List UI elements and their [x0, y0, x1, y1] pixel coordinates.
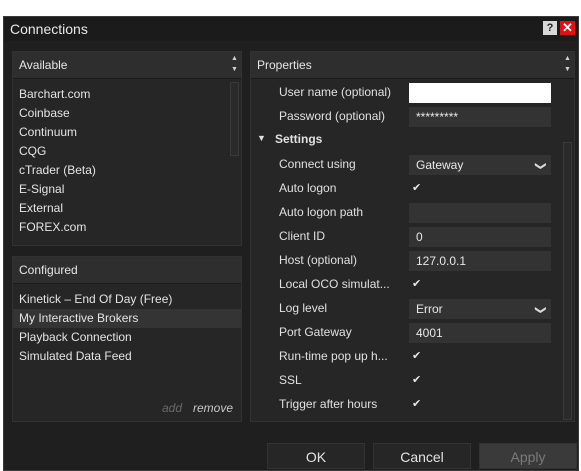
password-row: Password (optional) *********	[251, 105, 574, 129]
ssl-label: SSL	[279, 373, 302, 387]
user-name-row: User name (optional)	[251, 81, 574, 105]
window-title: Connections	[10, 21, 88, 37]
available-item[interactable]: cTrader (Beta)	[13, 161, 227, 180]
password-input[interactable]: *********	[409, 107, 551, 127]
available-item[interactable]: FOREX.com	[13, 218, 227, 237]
user-name-input[interactable]	[409, 83, 551, 103]
chevron-down-icon: ❯	[534, 305, 547, 315]
available-item[interactable]: CQG	[13, 142, 227, 161]
connect-using-row: Connect using Gateway ❯	[251, 153, 574, 177]
port-gateway-row: Port Gateway 4001	[251, 321, 574, 345]
scroll-down-icon[interactable]: ▼	[563, 65, 572, 75]
client-id-row: Client ID 0	[251, 225, 574, 249]
configured-item[interactable]: Playback Connection	[13, 328, 241, 347]
settings-label: Settings	[275, 132, 323, 146]
local-oco-checkbox[interactable]: ✔	[412, 277, 421, 290]
connect-using-select[interactable]: Gateway ❯	[409, 155, 551, 175]
scroll-down-icon[interactable]: ▼	[230, 65, 239, 75]
available-item[interactable]: Continuum	[13, 123, 227, 142]
runtime-popup-label: Run-time pop up h...	[279, 349, 388, 363]
local-oco-label: Local OCO simulat...	[279, 277, 390, 291]
configured-item-selected[interactable]: My Interactive Brokers	[13, 309, 241, 328]
trigger-after-hours-label: Trigger after hours	[279, 397, 378, 411]
trigger-after-hours-checkbox[interactable]: ✔	[412, 397, 421, 410]
scroll-up-icon[interactable]: ▲	[563, 54, 572, 64]
port-gateway-input[interactable]: 4001	[409, 323, 551, 343]
runtime-popup-checkbox[interactable]: ✔	[412, 349, 421, 362]
auto-logon-label: Auto logon	[279, 181, 337, 195]
user-name-label: User name (optional)	[279, 85, 392, 99]
available-item[interactable]: E-Signal	[13, 180, 227, 199]
local-oco-row: Local OCO simulat... ✔	[251, 273, 574, 297]
log-level-row: Log level Error ❯	[251, 297, 574, 321]
help-button[interactable]: ?	[543, 21, 557, 35]
properties-header: Properties	[251, 52, 574, 79]
available-scrollbar[interactable]	[230, 82, 239, 156]
host-row: Host (optional) 127.0.0.1	[251, 249, 574, 273]
connect-using-value: Gateway	[416, 158, 464, 172]
close-button[interactable]: ✕	[560, 21, 575, 35]
host-label: Host (optional)	[279, 253, 358, 267]
auto-logon-checkbox[interactable]: ✔	[412, 181, 421, 194]
port-gateway-label: Port Gateway	[279, 325, 352, 339]
auto-logon-path-input[interactable]	[409, 203, 551, 223]
auto-logon-row: Auto logon ✔	[251, 177, 574, 201]
client-id-input[interactable]: 0	[409, 227, 551, 247]
remove-link[interactable]: remove	[193, 401, 233, 415]
configured-header: Configured	[13, 257, 241, 284]
available-list[interactable]: Barchart.com Coinbase Continuum CQG cTra…	[13, 85, 227, 237]
password-label: Password (optional)	[279, 109, 386, 123]
chevron-down-icon: ❯	[534, 161, 547, 171]
available-item[interactable]: External	[13, 199, 227, 218]
apply-button[interactable]: Apply	[479, 443, 577, 469]
connections-window: Connections ? ✕ Available Barchart.com C…	[3, 16, 579, 471]
configured-item[interactable]: Simulated Data Feed	[13, 347, 241, 366]
cancel-button[interactable]: Cancel	[373, 443, 471, 469]
title-bar: Connections ? ✕	[4, 17, 578, 41]
log-level-value: Error	[416, 302, 443, 316]
auto-logon-path-label: Auto logon path	[279, 205, 364, 219]
settings-section-header[interactable]: ▼ Settings	[251, 129, 574, 151]
trigger-after-hours-row: Trigger after hours ✔	[251, 393, 574, 417]
configured-panel: Configured Kinetick – End Of Day (Free) …	[12, 256, 242, 422]
configured-item[interactable]: Kinetick – End Of Day (Free)	[13, 290, 241, 309]
ssl-checkbox[interactable]: ✔	[412, 373, 421, 386]
auto-logon-path-row: Auto logon path	[251, 201, 574, 225]
log-level-select[interactable]: Error ❯	[409, 299, 551, 319]
collapse-icon[interactable]: ▼	[257, 133, 266, 143]
available-item[interactable]: Coinbase	[13, 104, 227, 123]
ok-button[interactable]: OK	[267, 443, 365, 469]
available-header: Available	[13, 52, 241, 79]
scroll-up-icon[interactable]: ▲	[230, 54, 239, 64]
available-item[interactable]: Barchart.com	[13, 85, 227, 104]
configured-list[interactable]: Kinetick – End Of Day (Free) My Interact…	[13, 290, 241, 366]
connect-using-label: Connect using	[279, 157, 356, 171]
host-input[interactable]: 127.0.0.1	[409, 251, 551, 271]
log-level-label: Log level	[279, 301, 328, 315]
available-panel: Available Barchart.com Coinbase Continuu…	[12, 51, 242, 246]
client-id-label: Client ID	[279, 229, 326, 243]
add-link[interactable]: add	[162, 401, 182, 415]
ssl-row: SSL ✔	[251, 369, 574, 393]
runtime-popup-row: Run-time pop up h... ✔	[251, 345, 574, 369]
properties-panel: Properties ▲ ▼ User name (optional) Pass…	[250, 51, 575, 422]
